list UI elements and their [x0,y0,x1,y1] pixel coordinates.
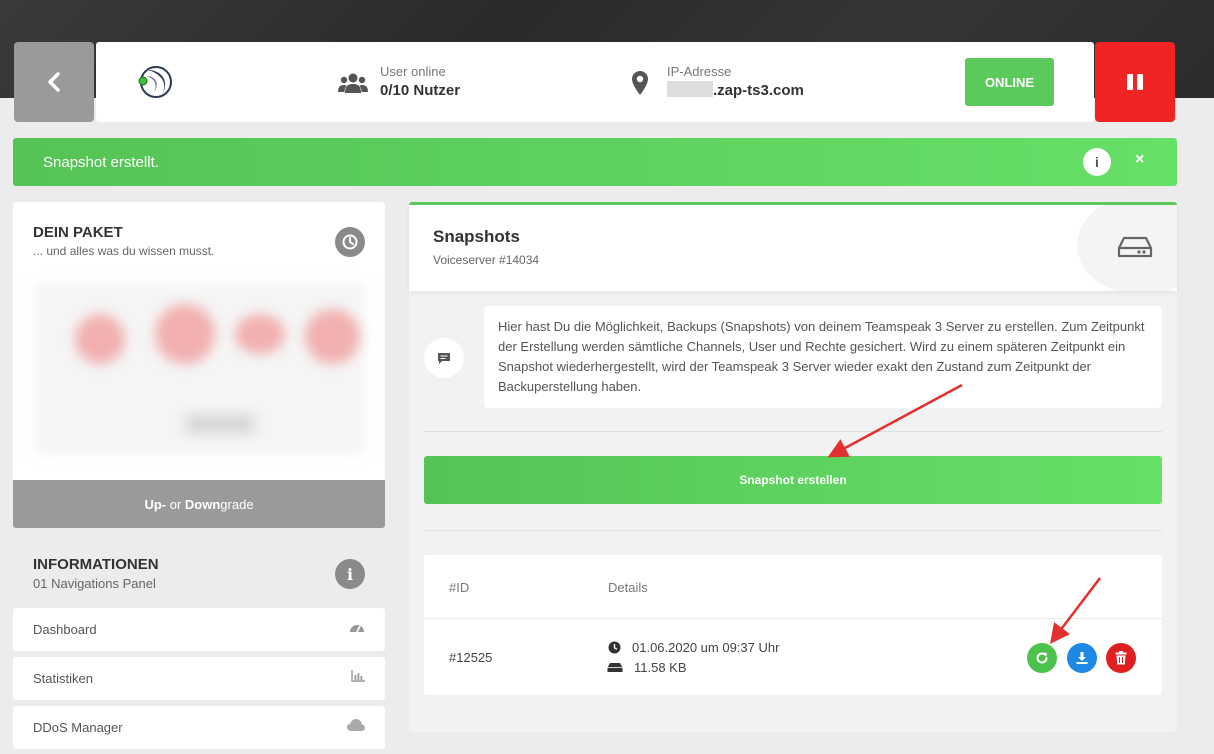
divider [424,530,1162,531]
ip-address-value: .zap-ts3.com [667,80,804,102]
sidebar-item-label: Statistiken [33,671,93,686]
info-icon[interactable]: i [1083,148,1111,176]
pause-icon-bar [1137,74,1143,90]
pause-server-button[interactable] [1095,42,1175,122]
info-title: INFORMATIONEN [33,556,159,573]
hard-drive-icon [1117,236,1153,258]
snapshot-date: 01.06.2020 um 09:37 Uhr [632,640,780,655]
column-header-details: Details [608,580,648,595]
column-header-id: #ID [449,580,470,595]
info-subtitle: 01 Navigations Panel [33,576,156,591]
users-online-value: 0/10 Nutzer [380,82,461,99]
upgrade-up-text: Up- [144,496,167,512]
ip-domain: .zap-ts3.com [713,82,804,99]
snapshots-title: Snapshots [433,227,520,246]
refresh-icon [1036,652,1048,664]
download-snapshot-button[interactable] [1067,643,1097,673]
server-header: User online 0/10 Nutzer IP-Adresse .zap-… [96,42,1094,122]
snapshots-panel: Snapshots Voiceserver #14034 Hier hast D… [409,202,1177,732]
gauge-icon [350,625,364,633]
paket-title: DEIN PAKET [33,224,123,241]
blurred-package-content [35,284,365,454]
clock-icon [608,641,621,654]
divider [424,431,1162,432]
sidebar-item-label: Dashboard [33,622,97,637]
upgrade-down-text: Down [184,496,221,512]
paket-subtitle: ... und alles was du wissen musst. [33,244,215,258]
sidebar-item-label: DDoS Manager [33,720,123,735]
close-icon[interactable]: × [1135,151,1144,169]
bar-chart-icon [351,670,365,682]
sidebar-item-statistiken[interactable]: Statistiken [13,657,385,700]
informationen-header: INFORMATIONEN 01 Navigations Panel i [13,548,385,598]
hard-drive-icon [607,663,623,672]
trash-icon [1115,651,1127,665]
snapshots-table: #ID Details #12525 01.06.2020 um 09:37 U… [424,555,1162,695]
delete-snapshot-button[interactable] [1106,643,1136,673]
ip-address-stat: IP-Adresse .zap-ts3.com [623,64,804,102]
map-pin-icon [632,71,648,95]
snapshot-id: #12525 [449,650,493,665]
row-divider [424,618,1162,619]
download-icon [1076,652,1088,664]
clock-icon[interactable] [335,227,365,257]
sidebar-item-dashboard[interactable]: Dashboard [13,608,385,651]
back-button[interactable] [14,42,94,122]
cloud-icon [347,719,365,731]
comment-icon [438,352,450,364]
online-status-button[interactable]: ONLINE [965,58,1054,106]
restore-snapshot-button[interactable] [1027,643,1057,673]
pause-icon [1127,74,1133,90]
users-icon [338,73,368,93]
sidebar-item-ddos-manager[interactable]: DDoS Manager [13,706,385,749]
clock-glyph [342,234,358,250]
success-alert: Snapshot erstellt. i × [13,138,1177,186]
snapshots-subtitle: Voiceserver #14034 [433,253,540,267]
message-icon-wrap [424,338,464,378]
teamspeak-logo-icon [138,66,172,98]
chevron-left-icon [48,72,60,92]
snapshot-size: 11.58 KB [634,660,687,675]
users-online-label: User online [380,64,446,79]
users-online-stat: User online 0/10 Nutzer [336,64,460,102]
paket-card: DEIN PAKET ... und alles was du wissen m… [13,202,385,528]
create-snapshot-button[interactable]: Snapshot erstellen [424,456,1162,504]
ip-address-label: IP-Adresse [667,64,732,79]
alert-message: Snapshot erstellt. [43,153,159,171]
info-circle-icon[interactable]: i [335,559,365,589]
ip-redacted-block [667,81,713,97]
snapshots-description: Hier hast Du die Möglichkeit, Backups (S… [484,306,1162,408]
snapshots-header: Snapshots Voiceserver #14034 [409,205,1177,291]
upgrade-or-text: or [166,496,185,512]
upgrade-button[interactable]: Up- or Down grade [13,480,385,528]
upgrade-grade-text: grade [220,496,254,512]
